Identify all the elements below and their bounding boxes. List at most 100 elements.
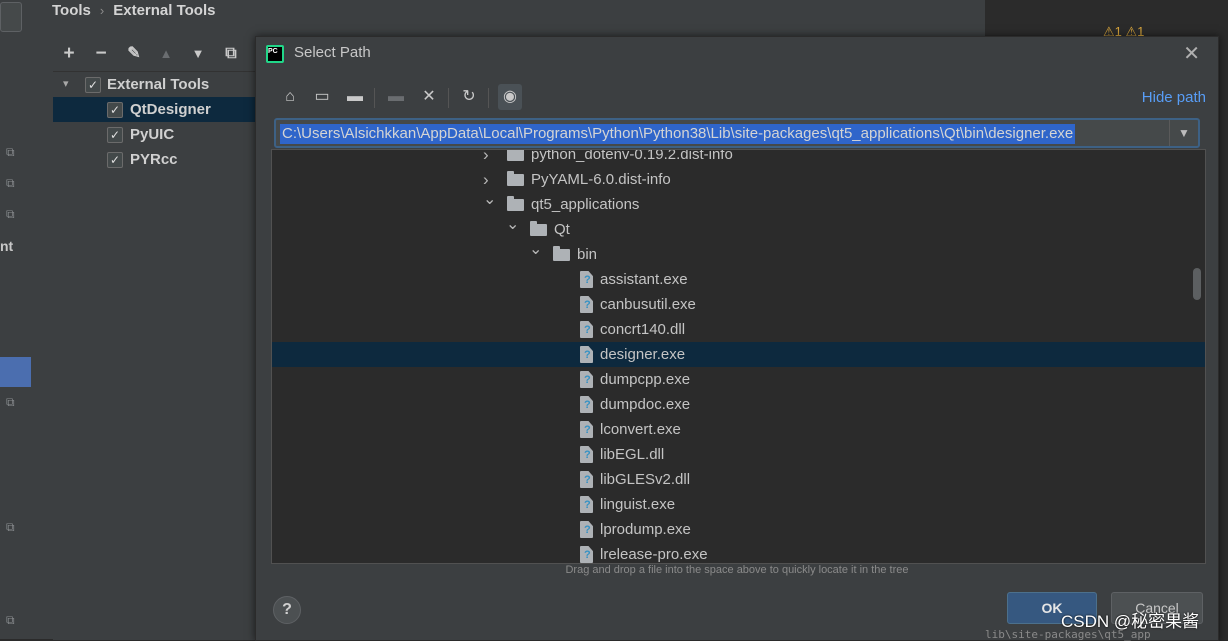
toolbar-separator bbox=[374, 88, 375, 108]
delete-icon[interactable]: ✕ bbox=[417, 84, 441, 110]
chevron-down-icon[interactable]: ⌄ bbox=[529, 237, 542, 262]
close-icon[interactable]: ✕ bbox=[1183, 41, 1200, 66]
chevron-down-icon[interactable]: ⌄ bbox=[483, 187, 496, 212]
tree-folder-row[interactable]: ⌄ Qt bbox=[272, 216, 1205, 242]
path-value[interactable]: C:\Users\Alsichkkan\AppData\Local\Progra… bbox=[280, 124, 1076, 144]
unknown-file-icon bbox=[580, 546, 593, 563]
tool-checkbox[interactable]: ✓ bbox=[107, 152, 123, 168]
folder-icon bbox=[507, 150, 524, 161]
new-folder-icon[interactable]: ▬ bbox=[384, 84, 408, 110]
tree-file-row[interactable]: lrelease-pro.exe bbox=[272, 542, 1205, 563]
copy-icon[interactable]: ⧉ bbox=[6, 521, 18, 533]
group-checkbox[interactable]: ✓ bbox=[85, 77, 101, 93]
tree-folder-row[interactable]: ⌄ qt5_applications bbox=[272, 191, 1205, 217]
chevron-down-icon[interactable]: ▾ bbox=[63, 72, 69, 97]
strip-active-item[interactable] bbox=[0, 357, 31, 387]
tree-file-row[interactable]: libGLESv2.dll bbox=[272, 467, 1205, 492]
tree-file-row[interactable]: libEGL.dll bbox=[272, 442, 1205, 467]
tree-file-row[interactable]: concrt140.dll bbox=[272, 317, 1205, 342]
edit-icon[interactable]: ✎ bbox=[124, 43, 144, 65]
scrollbar-thumb[interactable] bbox=[1193, 268, 1201, 300]
tree-file-row[interactable]: lconvert.exe bbox=[272, 417, 1205, 442]
strip-top-button[interactable] bbox=[0, 2, 22, 32]
tree-item-label: assistant.exe bbox=[600, 271, 688, 288]
tool-label: QtDesigner bbox=[130, 101, 211, 118]
tree-file-row[interactable]: dumpdoc.exe bbox=[272, 392, 1205, 417]
unknown-file-icon bbox=[580, 446, 593, 463]
tool-group-row[interactable]: ▾ ✓ External Tools bbox=[53, 72, 285, 97]
move-up-icon[interactable]: ▲ bbox=[156, 43, 176, 65]
dialog-toolbar: ⌂ ▭ ▬ ▬ ✕ ↻ ◉ bbox=[276, 84, 556, 112]
unknown-file-icon bbox=[580, 471, 593, 488]
chevron-right-icon[interactable]: › bbox=[483, 150, 489, 167]
tree-folder-row[interactable]: ⌄ bin bbox=[272, 241, 1205, 267]
chevron-down-icon[interactable]: ▼ bbox=[1169, 120, 1198, 146]
strip-partial-label: nt bbox=[0, 238, 14, 254]
copy-icon[interactable]: ⧉ bbox=[6, 177, 18, 189]
project-folder-icon[interactable]: ▬ bbox=[343, 84, 367, 110]
tree-file-row[interactable]: canbusutil.exe bbox=[272, 292, 1205, 317]
folder-icon bbox=[507, 171, 524, 186]
tool-group-label: External Tools bbox=[107, 76, 210, 93]
tool-item-pyuic[interactable]: ✓ PyUIC bbox=[53, 122, 285, 147]
unknown-file-icon bbox=[580, 321, 593, 338]
tree-file-row[interactable]: linguist.exe bbox=[272, 492, 1205, 517]
copy-icon[interactable]: ⧉ bbox=[221, 43, 241, 65]
breadcrumb-separator: › bbox=[99, 3, 105, 18]
tool-checkbox[interactable]: ✓ bbox=[107, 127, 123, 143]
hide-path-link[interactable]: Hide path bbox=[1142, 89, 1206, 106]
tool-label: PyUIC bbox=[130, 126, 175, 143]
copy-icon[interactable]: ⧉ bbox=[6, 146, 18, 158]
breadcrumb: Tools › External Tools bbox=[52, 2, 215, 19]
tree-item-label: dumpdoc.exe bbox=[600, 396, 691, 413]
copy-icon[interactable]: ⧉ bbox=[6, 208, 18, 220]
tree-file-row[interactable]: assistant.exe bbox=[272, 267, 1205, 292]
tree-item-label: bin bbox=[577, 246, 598, 263]
tool-checkbox[interactable]: ✓ bbox=[107, 102, 123, 118]
left-tool-strip: ⧉ ⧉ ⧉ nt ⧉ ⧉ ⧉ bbox=[0, 0, 31, 639]
breadcrumb-root[interactable]: Tools bbox=[52, 2, 91, 19]
pycharm-logo-icon: PC bbox=[266, 45, 284, 63]
tree-item-label: libGLESv2.dll bbox=[600, 471, 691, 488]
unknown-file-icon bbox=[580, 521, 593, 538]
tree-file-row[interactable]: dumpcpp.exe bbox=[272, 367, 1205, 392]
toolbar-separator bbox=[488, 88, 489, 108]
desktop-icon[interactable]: ▭ bbox=[310, 84, 334, 110]
copy-icon[interactable]: ⧉ bbox=[6, 396, 18, 408]
tree-item-label: qt5_applications bbox=[531, 196, 640, 213]
tool-item-qtdesigner[interactable]: ✓ QtDesigner bbox=[53, 97, 285, 122]
tool-item-pyrcc[interactable]: ✓ PYRcc bbox=[53, 147, 285, 172]
tree-folder-row[interactable]: › PyYAML-6.0.dist-info bbox=[272, 167, 1205, 192]
add-icon[interactable]: + bbox=[59, 43, 79, 65]
external-tools-toolbar: + − ✎ ▲ ▼ ⧉ bbox=[53, 40, 285, 68]
tree-item-label: dumpcpp.exe bbox=[600, 371, 691, 388]
folder-icon bbox=[553, 246, 570, 261]
move-down-icon[interactable]: ▼ bbox=[188, 43, 208, 65]
help-button[interactable]: ? bbox=[273, 596, 301, 624]
tree-item-label: libEGL.dll bbox=[600, 446, 665, 463]
tree-item-label: canbusutil.exe bbox=[600, 296, 696, 313]
tool-label: PYRcc bbox=[130, 151, 178, 168]
remove-icon[interactable]: − bbox=[91, 43, 111, 65]
select-path-dialog: PC Select Path ✕ ⌂ ▭ ▬ ▬ ✕ ↻ ◉ Hide path… bbox=[255, 36, 1219, 641]
tree-item-label: Qt bbox=[554, 221, 570, 238]
folder-icon bbox=[507, 196, 524, 211]
unknown-file-icon bbox=[580, 421, 593, 438]
tree-folder-row[interactable]: › python_dotenv-0.19.2.dist-info bbox=[272, 149, 1205, 167]
watermark: CSDN @秘密果酱 bbox=[1061, 612, 1200, 631]
file-tree[interactable]: › python_dotenv-0.19.2.dist-info › PyYAML-6… bbox=[271, 149, 1206, 564]
unknown-file-icon bbox=[580, 396, 593, 413]
unknown-file-icon bbox=[580, 346, 593, 363]
tree-file-row[interactable]: designer.exe bbox=[272, 342, 1205, 367]
home-icon[interactable]: ⌂ bbox=[278, 84, 302, 110]
refresh-icon[interactable]: ↻ bbox=[457, 84, 481, 110]
path-input[interactable]: C:\Users\Alsichkkan\AppData\Local\Progra… bbox=[274, 118, 1200, 148]
tree-item-label: lprodump.exe bbox=[600, 521, 691, 538]
chevron-down-icon[interactable]: ⌄ bbox=[506, 212, 519, 237]
show-hidden-icon[interactable]: ◉ bbox=[498, 84, 522, 110]
tree-file-row[interactable]: lprodump.exe bbox=[272, 517, 1205, 542]
copy-icon[interactable]: ⧉ bbox=[6, 614, 18, 626]
folder-icon bbox=[530, 221, 547, 236]
unknown-file-icon bbox=[580, 371, 593, 388]
tree-item-label: python_dotenv-0.19.2.dist-info bbox=[531, 149, 733, 163]
